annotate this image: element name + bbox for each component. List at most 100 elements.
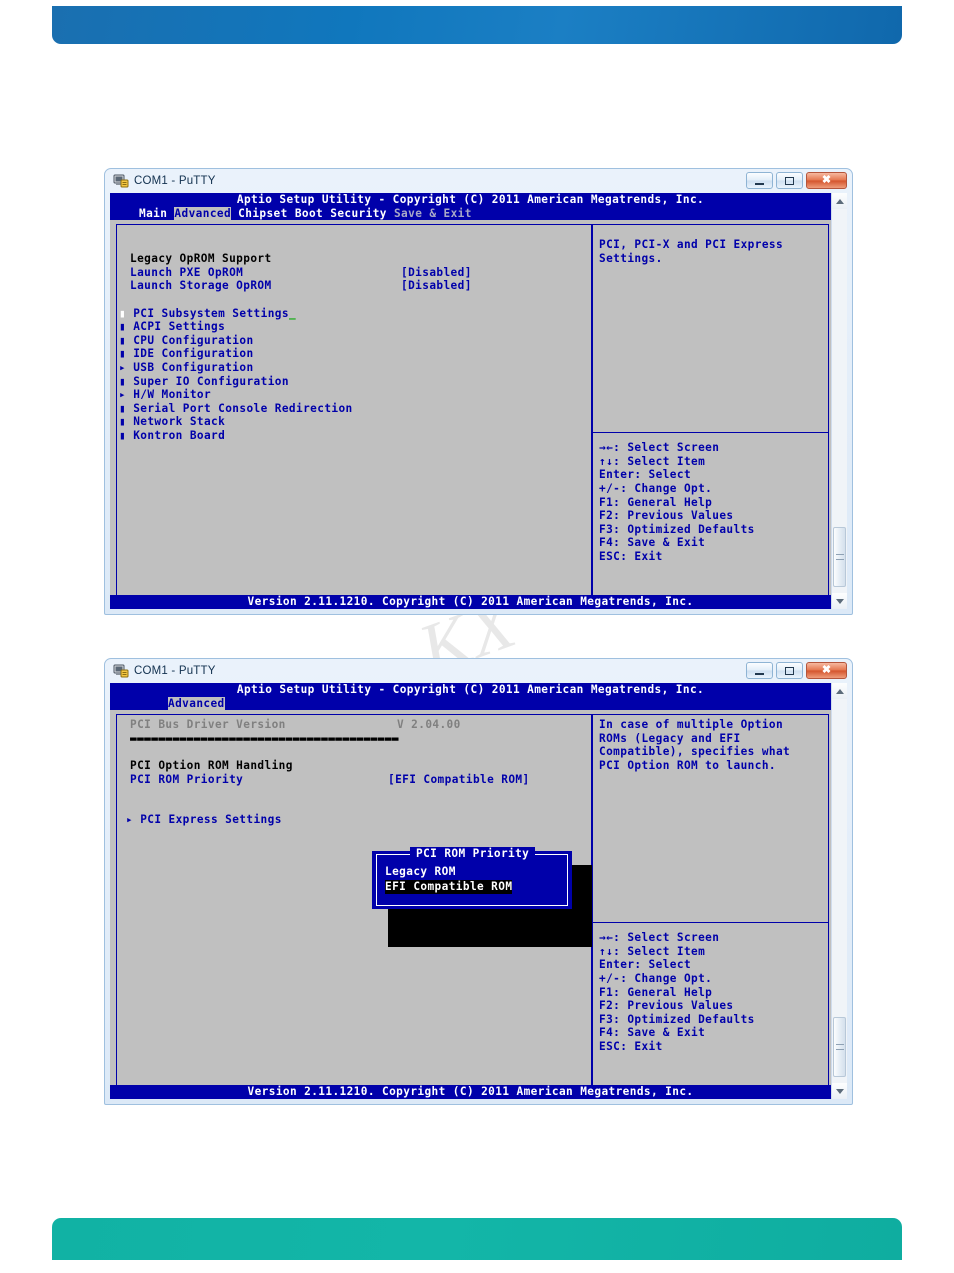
window1-help-divider bbox=[593, 432, 828, 434]
tab-boot[interactable]: Boot bbox=[295, 207, 323, 220]
help-text-line: PCI Option ROM to launch. bbox=[599, 758, 776, 772]
window1-body: Legacy OpROM Support Launch PXE OpROM [D… bbox=[110, 220, 831, 599]
grip-icon bbox=[835, 554, 844, 560]
window2-controls[interactable]: ✖ bbox=[746, 662, 847, 679]
help-text-line: Settings. bbox=[599, 251, 663, 265]
help-text-line: Compatible), specifies what bbox=[599, 745, 791, 759]
submenu-marker-icon: ▸ bbox=[126, 813, 134, 827]
list-item[interactable]: ▮ Kontron Board bbox=[119, 429, 225, 443]
scroll-up-button[interactable] bbox=[832, 193, 847, 209]
tab-chipset[interactable]: Chipset bbox=[238, 207, 288, 220]
list-item-label: Launch PXE OpROM bbox=[130, 265, 244, 279]
scroll-down-button[interactable] bbox=[832, 1083, 847, 1099]
list-item[interactable]: ▮ IDE Configuration bbox=[119, 347, 254, 361]
list-item[interactable]: ▮ CPU Configuration bbox=[119, 334, 254, 348]
help-key: F2: Previous Values bbox=[599, 509, 734, 523]
window1-terminal-wrap: Aptio Setup Utility - Copyright (C) 2011… bbox=[110, 193, 847, 609]
list-item-label: ACPI Settings bbox=[133, 320, 226, 334]
tab-advanced[interactable]: Advanced bbox=[168, 696, 225, 710]
list-item[interactable]: Launch Storage OpROM bbox=[130, 279, 272, 293]
list-item-value[interactable]: [Disabled] bbox=[401, 266, 472, 280]
window2-scrollbar[interactable] bbox=[831, 683, 847, 1099]
cursor: _ bbox=[288, 306, 297, 320]
help-key: Enter: Select bbox=[599, 958, 692, 972]
list-item-label: Legacy OpROM Support bbox=[130, 252, 272, 266]
list-item[interactable]: Launch PXE OpROM bbox=[130, 266, 243, 280]
list-item-label: PCI Express Settings bbox=[140, 813, 282, 827]
list-item[interactable]: ▸ USB Configuration bbox=[119, 361, 254, 375]
separator-blocks: ▬▬▬▬▬▬▬▬▬▬▬▬▬▬▬▬▬▬▬▬▬▬▬▬▬▬▬▬▬▬▬▬▬▬▬▬▬▬ bbox=[130, 731, 400, 745]
window2-titlebar[interactable]: COM1 - PuTTY ✖ bbox=[105, 659, 852, 683]
list-item[interactable]: ▮ ACPI Settings bbox=[119, 320, 225, 334]
maximize-button[interactable] bbox=[776, 172, 803, 189]
help-key: F1: General Help bbox=[599, 495, 713, 509]
window2-help-divider bbox=[593, 922, 828, 924]
list-item-selected[interactable]: ▮ PCI Subsystem Settings_ bbox=[119, 307, 296, 321]
list-item-label: PCI Subsystem Settings bbox=[133, 306, 289, 320]
list-item[interactable]: ▮ Serial Port Console Redirection bbox=[119, 402, 353, 416]
list-item-label: Serial Port Console Redirection bbox=[133, 401, 353, 415]
list-item-value[interactable]: [Disabled] bbox=[401, 279, 472, 293]
scroll-down-button[interactable] bbox=[832, 593, 847, 609]
close-button[interactable]: ✖ bbox=[806, 172, 847, 189]
window2-title: COM1 - PuTTY bbox=[134, 665, 216, 677]
rom-priority-value[interactable]: [EFI Compatible ROM] bbox=[388, 773, 530, 787]
grip-icon bbox=[835, 1044, 844, 1050]
tab-main[interactable]: Main bbox=[139, 207, 167, 220]
close-button[interactable]: ✖ bbox=[806, 662, 847, 679]
list-item[interactable]: ▮ Network Stack bbox=[119, 415, 225, 429]
maximize-icon bbox=[785, 176, 794, 185]
page-header-banner bbox=[52, 6, 902, 44]
window1-scrollbar[interactable] bbox=[831, 193, 847, 609]
scroll-up-button[interactable] bbox=[832, 683, 847, 699]
help-text-line: PCI, PCI-X and PCI Express bbox=[599, 238, 784, 252]
submenu-marker-icon: ▸ bbox=[119, 388, 127, 402]
popup-option-legacy-rom[interactable]: Legacy ROM bbox=[385, 865, 456, 879]
list-item-label: Super IO Configuration bbox=[133, 374, 289, 388]
help-key: ESC: Exit bbox=[599, 549, 663, 563]
maximize-button[interactable] bbox=[776, 662, 803, 679]
window2-terminal[interactable]: Aptio Setup Utility - Copyright (C) 2011… bbox=[110, 683, 831, 1099]
chevron-up-icon bbox=[835, 688, 844, 694]
help-key: F4: Save & Exit bbox=[599, 1026, 706, 1040]
list-item[interactable]: ▮ Super IO Configuration bbox=[119, 375, 289, 389]
tab-advanced[interactable]: Advanced bbox=[174, 206, 232, 220]
help-key: F4: Save & Exit bbox=[599, 536, 706, 550]
bios-footer-2: Version 2.11.1210. Copyright (C) 2011 Am… bbox=[110, 1085, 831, 1099]
minimize-button[interactable] bbox=[746, 662, 773, 679]
maximize-icon bbox=[785, 666, 794, 675]
list-item-label: USB Configuration bbox=[133, 360, 254, 374]
help-key: Enter: Select bbox=[599, 468, 692, 482]
putty-window-2[interactable]: COM1 - PuTTY ✖ Aptio Setup Utility - Cop… bbox=[104, 658, 853, 1105]
scrollbar-thumb[interactable] bbox=[833, 527, 846, 587]
putty-window-1[interactable]: COM1 - PuTTY ✖ Aptio Setup Utility - Cop… bbox=[104, 168, 853, 615]
window1-terminal[interactable]: Aptio Setup Utility - Copyright (C) 2011… bbox=[110, 193, 831, 609]
tab-save-exit[interactable]: Save & Exit bbox=[394, 207, 472, 220]
minimize-button[interactable] bbox=[746, 172, 773, 189]
bios-menubar-2[interactable]: Advanced bbox=[110, 696, 831, 711]
window1-controls[interactable]: ✖ bbox=[746, 172, 847, 189]
bios-header-2: Aptio Setup Utility - Copyright (C) 2011… bbox=[110, 683, 831, 697]
help-key: →←: Select Screen bbox=[599, 441, 720, 455]
driver-version-value: V 2.04.00 bbox=[397, 718, 461, 732]
rom-priority-label[interactable]: PCI ROM Priority bbox=[130, 773, 243, 787]
popup-option-efi-compatible-rom[interactable]: EFI Compatible ROM bbox=[385, 880, 513, 894]
tab-security[interactable]: Security bbox=[330, 207, 387, 220]
list-item-label: CPU Configuration bbox=[133, 333, 254, 347]
minimize-icon bbox=[755, 672, 764, 675]
help-key: +/-: Change Opt. bbox=[599, 971, 713, 985]
help-key: F1: General Help bbox=[599, 985, 713, 999]
pci-express-settings-item[interactable]: ▸ PCI Express Settings bbox=[126, 813, 282, 827]
scrollbar-thumb[interactable] bbox=[833, 1017, 846, 1077]
help-text-line: In case of multiple Option bbox=[599, 718, 784, 732]
help-key: F2: Previous Values bbox=[599, 999, 734, 1013]
submenu-marker-icon: ▮ bbox=[119, 401, 127, 415]
close-icon: ✖ bbox=[821, 664, 832, 676]
window1-titlebar[interactable]: COM1 - PuTTY ✖ bbox=[105, 169, 852, 193]
bios-menubar-1[interactable]: Main Advanced Chipset Boot Security Save… bbox=[110, 206, 831, 221]
list-item[interactable]: ▸ H/W Monitor bbox=[119, 388, 211, 402]
minimize-icon bbox=[755, 182, 764, 185]
rom-priority-popup[interactable]: PCI ROM Priority Legacy ROM EFI Compatib… bbox=[372, 847, 572, 910]
close-icon: ✖ bbox=[821, 174, 832, 186]
submenu-marker-icon: ▮ bbox=[119, 347, 127, 361]
